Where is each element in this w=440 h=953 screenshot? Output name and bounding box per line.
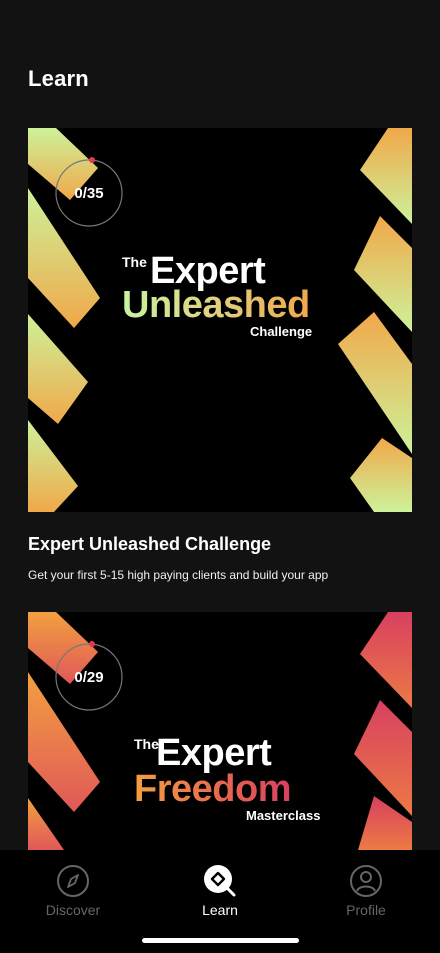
logo-line2: Freedom (134, 768, 291, 810)
logo-sub: Challenge (250, 324, 313, 339)
logo-sub: Masterclass (246, 808, 321, 823)
page-title: Learn (28, 66, 89, 91)
logo-line2: Unleashed (122, 284, 310, 326)
course-logo: The Expert Freedom Masterclass (134, 732, 334, 832)
course-card-image-freedom[interactable]: 0/29 The Expert Freedom Masterclass (28, 612, 412, 850)
tab-label: Profile (346, 902, 386, 918)
tab-profile[interactable]: Profile (316, 864, 416, 924)
progress-text: 0/35 (74, 184, 104, 202)
tab-label: Learn (202, 902, 238, 918)
home-indicator (142, 938, 299, 943)
tab-discover[interactable]: Discover (23, 864, 123, 924)
compass-icon (57, 865, 89, 897)
tab-learn[interactable]: Learn (170, 864, 270, 924)
progress-ring: 0/35 (52, 156, 126, 230)
course-logo: The Expert Unleashed Challenge (122, 250, 322, 350)
course-description: Get your first 5-15 high paying clients … (28, 568, 329, 582)
logo-the: The (122, 254, 147, 270)
tab-label: Discover (45, 902, 101, 918)
course-card-image-unleashed[interactable]: 0/35 The Expert Unleashed Challenge (28, 128, 412, 512)
course-title[interactable]: Expert Unleashed Challenge (28, 534, 271, 555)
progress-text: 0/29 (74, 668, 104, 686)
learn-search-icon (204, 865, 236, 897)
progress-ring: 0/29 (52, 640, 126, 714)
person-icon (350, 865, 382, 897)
logo-line1: Expert (156, 732, 272, 774)
